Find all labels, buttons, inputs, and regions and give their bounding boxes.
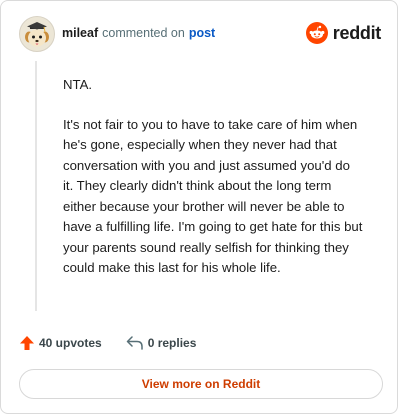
brand-wordmark: reddit <box>332 22 382 43</box>
reply-count: 0 replies <box>147 336 197 350</box>
user-avatar[interactable] <box>19 16 55 52</box>
view-more-button[interactable]: View more on Reddit <box>19 369 383 399</box>
upvote-count: 40 upvotes <box>39 336 102 350</box>
upvote-button[interactable]: 40 upvotes <box>19 335 102 351</box>
comment-body: NTA. It's not fair to you to have to tak… <box>63 75 363 298</box>
comment-actions: 40 upvotes 0 replies <box>19 333 196 353</box>
post-link[interactable]: post <box>189 26 215 40</box>
comment-meta: mileaf commented on post <box>62 26 215 40</box>
reddit-logo-icon <box>305 22 328 44</box>
thread-line <box>35 61 37 311</box>
reply-arrow-icon <box>126 336 143 350</box>
replies-button[interactable]: 0 replies <box>126 336 197 350</box>
comment-embed-card: mileaf commented on post reddit NTA. It'… <box>0 0 398 414</box>
comment-paragraph: NTA. <box>63 77 93 92</box>
username-link[interactable]: mileaf <box>62 26 98 40</box>
reddit-brand[interactable]: reddit <box>305 22 382 44</box>
snoo-avatar-icon <box>25 22 49 47</box>
comment-header: mileaf commented on post reddit <box>19 15 381 53</box>
upvote-arrow-icon <box>20 336 34 350</box>
comment-paragraph: It's not fair to you to have to take car… <box>63 116 363 276</box>
action-text: commented on <box>102 26 185 40</box>
